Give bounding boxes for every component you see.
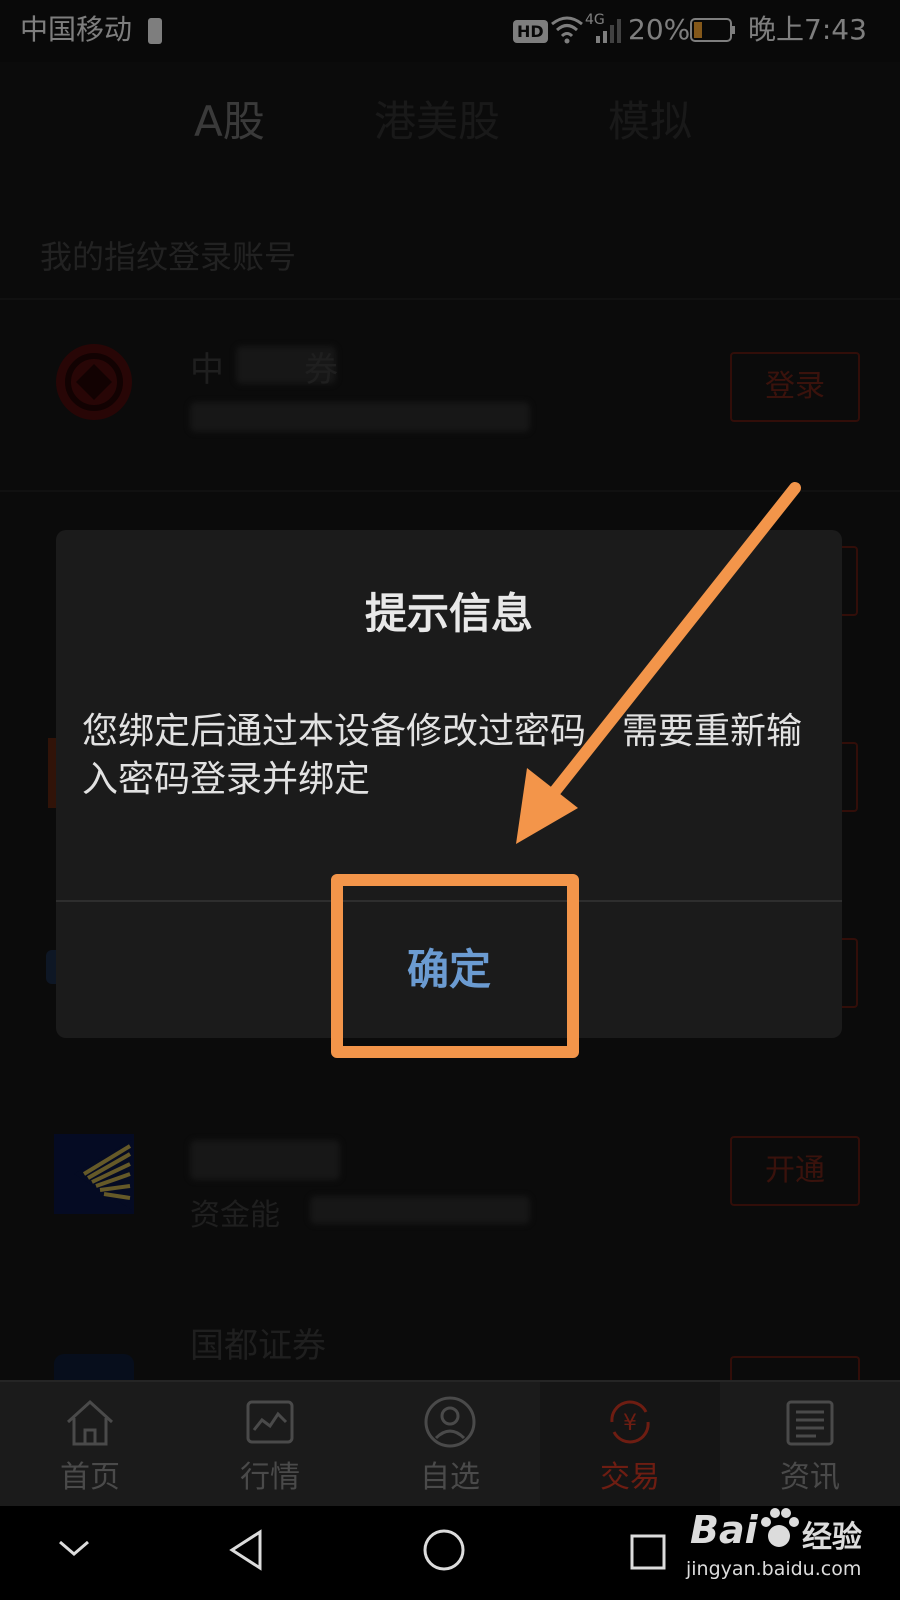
watermark-url: jingyan.baidu.com [686,1558,862,1580]
chart-icon [242,1394,298,1450]
nav-label: 首页 [60,1460,120,1495]
bottom-nav: 首页 行情 自选 ¥ 交易 资讯 [0,1380,900,1508]
svg-text:¥: ¥ [623,1411,637,1436]
dialog-title: 提示信息 [364,589,533,638]
nav-trade[interactable]: ¥ 交易 [540,1382,720,1508]
home-circle-icon[interactable] [422,1528,466,1576]
back-icon[interactable] [226,1528,266,1576]
nav-market[interactable]: 行情 [180,1382,360,1508]
nav-label: 自选 [420,1460,480,1495]
recents-icon[interactable] [630,1534,666,1574]
news-icon [782,1394,838,1450]
watermark-brand-cn: 经验 [802,1520,862,1555]
nav-news[interactable]: 资讯 [720,1382,900,1508]
nav-home[interactable]: 首页 [0,1382,180,1508]
nav-watchlist[interactable]: 自选 [360,1382,540,1508]
nav-label: 行情 [240,1460,300,1495]
watermark-brand: Bai [690,1508,758,1552]
highlight-box [331,874,579,1058]
nav-label: 交易 [600,1460,660,1495]
nav-label: 资讯 [780,1460,840,1495]
yuan-exchange-icon: ¥ [602,1394,658,1450]
home-icon [62,1394,118,1450]
chevron-down-icon[interactable] [56,1536,92,1564]
person-icon [422,1394,478,1450]
dialog-message: 您绑定后通过本设备修改过密码，需要重新输入密码登录并绑定 [82,711,803,800]
paw-logo-icon [756,1506,802,1556]
